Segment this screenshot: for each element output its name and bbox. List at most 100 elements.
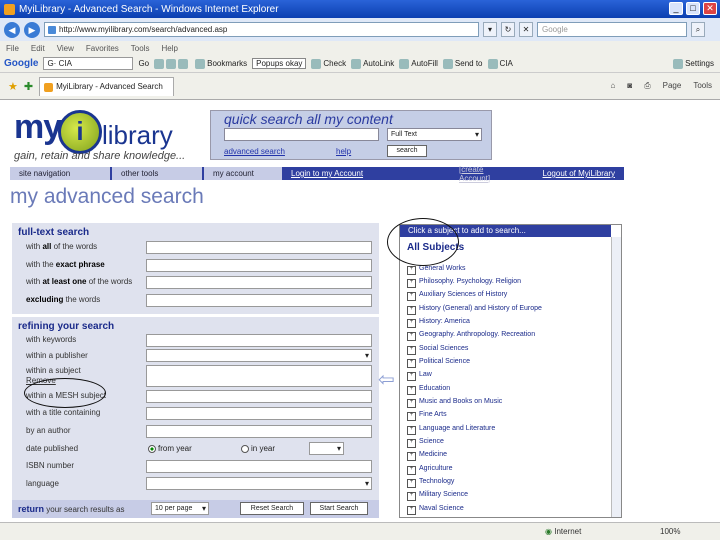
menu-help[interactable]: Help — [161, 44, 177, 53]
subject-item[interactable]: Fine Arts — [407, 411, 447, 421]
reset-search-button[interactable]: Reset Search — [240, 502, 304, 515]
label-subject: within a subject — [26, 366, 81, 375]
globe-icon: ◉ — [545, 527, 552, 536]
nav-other-tools[interactable]: other tools — [112, 167, 202, 180]
subject-item[interactable]: Geography. Anthropology. Recreation — [407, 331, 535, 341]
advanced-search-link[interactable]: advanced search — [224, 147, 285, 156]
isbn-input[interactable] — [146, 460, 372, 473]
menu-favorites[interactable]: Favorites — [86, 44, 119, 53]
subject-item[interactable]: General Works — [407, 265, 466, 275]
window-title: MyiLibrary - Advanced Search - Windows I… — [19, 3, 279, 15]
menu-tools[interactable]: Tools — [131, 44, 150, 53]
quick-search-button[interactable]: search — [387, 145, 427, 157]
all-words-input[interactable] — [146, 241, 372, 254]
keywords-input[interactable] — [146, 334, 372, 347]
zoom-level[interactable]: 100% — [660, 527, 680, 536]
mesh-input[interactable] — [146, 390, 372, 403]
back-icon[interactable]: ◀ — [4, 21, 20, 38]
menu-file[interactable]: File — [6, 44, 19, 53]
year-select[interactable] — [309, 442, 344, 455]
menu-view[interactable]: View — [57, 44, 74, 53]
minimize-button[interactable]: _ — [669, 2, 683, 15]
results-per-page-select[interactable]: 10 per page — [151, 502, 209, 515]
help-link[interactable]: help — [336, 147, 351, 156]
subject-item[interactable]: Education — [407, 385, 450, 395]
search-icon[interactable]: ⌕ — [691, 22, 705, 37]
address-bar[interactable]: http://www.myilibrary.com/search/advance… — [44, 22, 479, 37]
annotation-circle-mesh — [24, 378, 106, 408]
subject-item[interactable]: Auxiliary Sciences of History — [407, 291, 507, 301]
feeds-icon[interactable]: ◙ — [627, 81, 632, 91]
go-button[interactable]: Go — [138, 59, 149, 68]
subject-item[interactable]: Music and Books on Music — [407, 398, 502, 408]
language-select[interactable] — [146, 477, 372, 490]
subject-item[interactable]: Technology — [407, 478, 454, 488]
nav-logout[interactable]: Logout of MyiLibrary — [534, 169, 624, 178]
close-button[interactable]: ✕ — [703, 2, 717, 15]
label-author: by an author — [26, 426, 71, 435]
refresh-icon[interactable]: ↻ — [501, 22, 515, 37]
nav-create-account[interactable]: [create Account] — [450, 165, 520, 183]
bookmarks-button[interactable]: Bookmarks — [195, 58, 247, 69]
subject-item[interactable]: Agriculture — [407, 465, 452, 475]
browser-search-input[interactable]: Google — [537, 22, 687, 37]
add-favorites-icon[interactable]: ✚ — [24, 80, 33, 93]
subject-item[interactable]: Political Science — [407, 358, 470, 368]
label-at-least-one: with at least one of the words — [26, 277, 133, 286]
autofill-button[interactable]: AutoFill — [399, 58, 438, 69]
subject-item[interactable]: Science — [407, 438, 444, 448]
start-search-button[interactable]: Start Search — [310, 502, 368, 515]
subject-list-box[interactable] — [146, 365, 372, 387]
subject-item[interactable]: Language and Literature — [407, 425, 495, 435]
forward-icon[interactable]: ▶ — [24, 21, 40, 38]
label-publisher: within a publisher — [26, 351, 88, 360]
google-toolbar-input[interactable]: G· CIA — [43, 57, 134, 70]
quick-search-scope-select[interactable]: Full Text — [387, 128, 482, 141]
subject-item[interactable]: Military Science — [407, 491, 468, 501]
cia-button[interactable]: CIA — [487, 58, 513, 69]
at-least-one-input[interactable] — [146, 276, 372, 289]
from-year-radio[interactable]: from year — [148, 444, 192, 453]
author-input[interactable] — [146, 425, 372, 438]
tab-row: ★ ✚ MyiLibrary - Advanced Search ⌂ ◙ ⎙ P… — [0, 73, 720, 100]
subject-item[interactable]: Law — [407, 371, 432, 381]
check-button[interactable]: Check — [311, 58, 346, 69]
title-input[interactable] — [146, 407, 372, 420]
ie-icon — [4, 3, 15, 15]
subject-item[interactable]: Naval Science — [407, 505, 464, 515]
nav-site-navigation[interactable]: site navigation — [10, 167, 110, 180]
in-year-radio[interactable]: in year — [241, 444, 275, 453]
maximize-button[interactable]: □ — [686, 2, 700, 15]
tab-advanced-search[interactable]: MyiLibrary - Advanced Search — [39, 76, 175, 96]
subjects-scrollbar[interactable] — [611, 237, 621, 517]
send-to-button[interactable]: Send to — [442, 58, 483, 69]
quick-search-input[interactable] — [224, 128, 379, 141]
return-label: return your search results as — [18, 504, 125, 514]
publisher-select[interactable] — [146, 349, 372, 362]
print-icon[interactable]: ⎙ — [644, 81, 650, 91]
autolink-button[interactable]: AutoLink — [351, 58, 394, 69]
menu-bar: File Edit View Favorites Tools Help — [0, 41, 720, 55]
add-subject-arrow-icon[interactable]: ⇦ — [378, 367, 395, 392]
excluding-input[interactable] — [146, 294, 372, 307]
subject-item[interactable]: Social Sciences — [407, 345, 468, 355]
autofill-icon — [399, 58, 410, 69]
settings-button[interactable]: Settings — [673, 58, 720, 69]
site-nav-bar: site navigation other tools my account L… — [10, 165, 624, 183]
subject-item[interactable]: Philosophy. Psychology. Religion — [407, 278, 521, 288]
menu-edit[interactable]: Edit — [31, 44, 45, 53]
popups-button[interactable]: Popups okay — [252, 58, 307, 69]
subject-item[interactable]: Medicine — [407, 451, 447, 461]
toolbar-icons[interactable] — [154, 58, 190, 69]
nav-my-account[interactable]: my account — [204, 167, 282, 180]
nav-login[interactable]: Login to my Account — [282, 169, 450, 178]
favorites-star-icon[interactable]: ★ — [8, 80, 18, 93]
stop-icon[interactable]: ✕ — [519, 22, 533, 37]
address-dropdown-icon[interactable]: ▾ — [483, 22, 497, 37]
exact-phrase-input[interactable] — [146, 259, 372, 272]
subject-item[interactable]: History (General) and History of Europe — [407, 305, 542, 315]
home-icon[interactable]: ⌂ — [611, 81, 616, 91]
tools-menu[interactable]: Tools — [693, 81, 712, 91]
subject-item[interactable]: History: America — [407, 318, 470, 328]
page-menu[interactable]: Page — [663, 81, 682, 91]
